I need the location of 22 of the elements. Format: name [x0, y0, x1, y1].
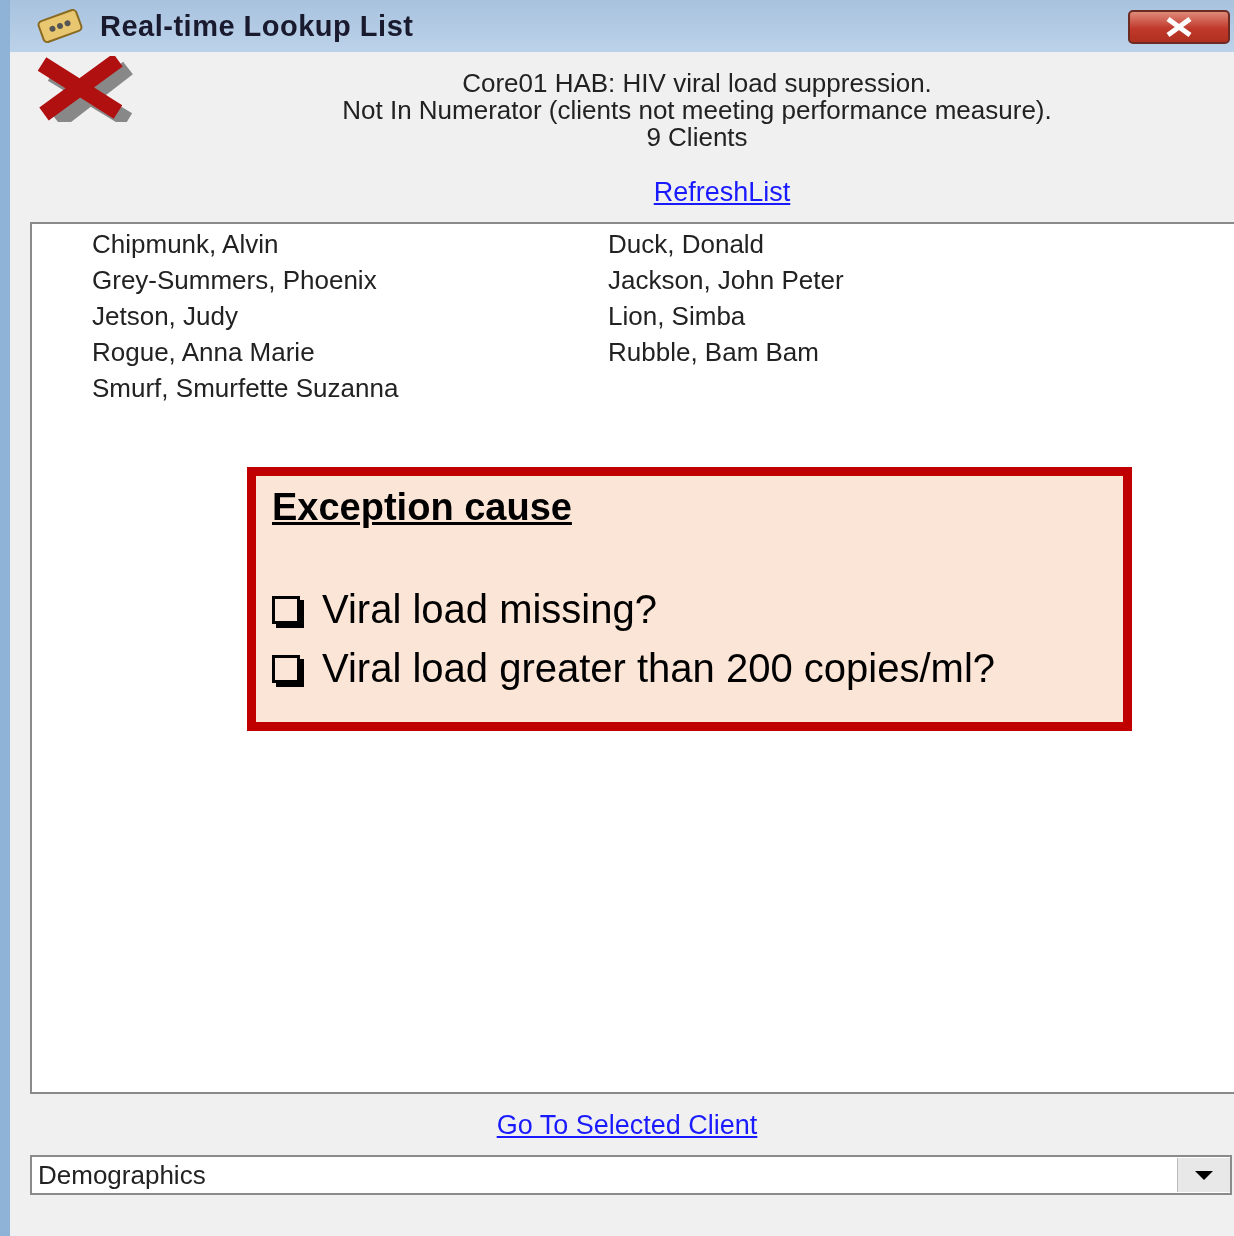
- client-name[interactable]: Rogue, Anna Marie: [92, 334, 315, 370]
- go-to-client-link[interactable]: Go To Selected Client: [496, 1110, 758, 1141]
- header-text: Not In Numerator (clients not meeting performance measure).: [342, 97, 1052, 124]
- client-name[interactable]: Rubble, Bam Bam: [608, 334, 819, 370]
- refresh-list-link[interactable]: RefreshList: [653, 177, 791, 208]
- view-dropdown[interactable]: Demographics: [30, 1155, 1232, 1195]
- header-text: Core01 HAB: HIV viral load suppression.: [462, 70, 932, 97]
- dropdown-value: Demographics: [37, 1159, 206, 1191]
- callout-title: Exception cause: [272, 486, 572, 529]
- dropdown-arrow-icon: [1195, 1170, 1213, 1180]
- header-text: 9 Clients: [646, 124, 748, 151]
- checkbox-label: Viral load greater than 200 copies/ml?: [322, 646, 995, 691]
- client-name[interactable]: Smurf, Smurfette Suzanna: [92, 370, 399, 406]
- client-name[interactable]: Lion, Simba: [608, 298, 746, 334]
- checkbox-label: Viral load missing?: [322, 587, 657, 632]
- client-name[interactable]: Jackson, John Peter: [608, 262, 844, 298]
- client-name[interactable]: Chipmunk, Alvin: [92, 226, 279, 262]
- client-name[interactable]: Grey-Summers, Phoenix: [92, 262, 377, 298]
- window-title: Real-time Lookup List: [100, 9, 414, 43]
- client-name[interactable]: Jetson, Judy: [92, 298, 238, 334]
- client-name[interactable]: Duck, Donald: [608, 226, 765, 262]
- close-button[interactable]: [1128, 10, 1230, 44]
